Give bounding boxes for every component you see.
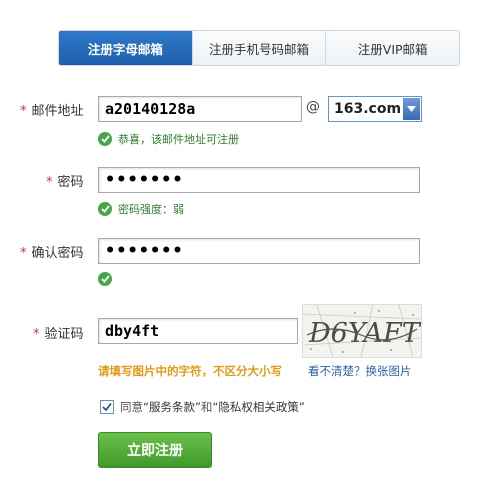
service-terms-link[interactable]: “服务条款” <box>143 400 201 414</box>
confirm-password-input[interactable]: ••••••• <box>98 238 420 264</box>
captcha-label: * 验证码 <box>33 327 84 342</box>
agree-checkbox[interactable] <box>100 400 114 414</box>
check-circle-icon <box>98 202 112 216</box>
refresh-captcha-link[interactable]: 看不清楚？换张图片 <box>308 363 412 379</box>
required-star: * <box>33 327 40 342</box>
confirm-password-label: * 确认密码 <box>20 246 84 261</box>
check-icon <box>102 402 112 412</box>
mail-type-tabs: 注册字母邮箱 注册手机号码邮箱 注册VIP邮箱 <box>58 30 460 66</box>
email-available-hint: 恭喜，该邮件地址可注册 <box>98 131 239 147</box>
tab-letter-mail[interactable]: 注册字母邮箱 <box>59 31 192 65</box>
register-button[interactable]: 立即注册 <box>98 432 212 468</box>
email-input[interactable]: a20140128a <box>98 96 302 122</box>
check-circle-icon <box>98 132 112 146</box>
terms-agreement: 同意“服务条款”和“隐私权相关政策” <box>100 399 305 415</box>
chevron-down-icon[interactable] <box>403 98 420 120</box>
password-input[interactable]: ••••••• <box>98 167 420 193</box>
check-circle-icon <box>98 272 112 286</box>
tab-vip-mail[interactable]: 注册VIP邮箱 <box>325 31 459 65</box>
captcha-image[interactable]: D6YAFT <box>302 304 422 358</box>
email-label: * 邮件地址 <box>20 104 84 119</box>
agree-prefix: 同意 <box>120 400 143 414</box>
confirm-ok-hint <box>98 272 112 286</box>
password-strength-hint: 密码强度：弱 <box>98 201 184 217</box>
domain-select[interactable]: 163.com <box>328 96 422 122</box>
required-star: * <box>46 175 53 190</box>
required-star: * <box>20 104 27 119</box>
domain-value: 163.com <box>334 101 402 117</box>
password-label: * 密码 <box>46 175 84 190</box>
captcha-input[interactable]: dby4ft <box>98 318 298 344</box>
tab-mobile-mail[interactable]: 注册手机号码邮箱 <box>191 31 326 65</box>
privacy-policy-link[interactable]: “隐私权相关政策” <box>212 400 304 414</box>
at-sign: @ <box>306 99 320 115</box>
required-star: * <box>20 246 27 261</box>
captcha-warning: 请填写图片中的字符，不区分大小写 <box>98 364 282 378</box>
agree-and: 和 <box>200 400 213 414</box>
captcha-text: D6YAFT <box>308 318 421 349</box>
